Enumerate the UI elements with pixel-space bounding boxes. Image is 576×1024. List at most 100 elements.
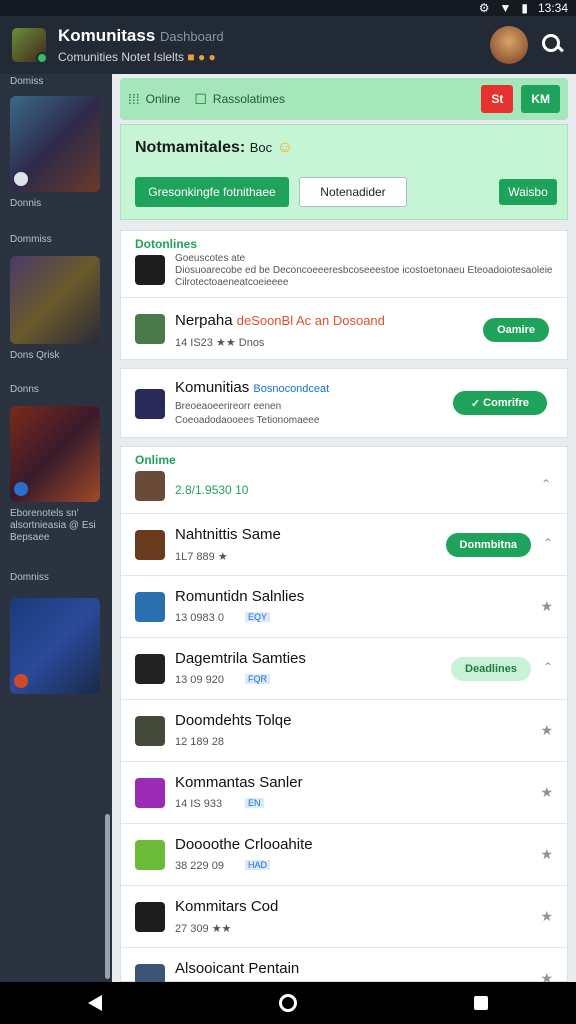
small-green-button[interactable]: Waisbo [499,179,557,205]
sidebar-header: Domiss [10,76,44,87]
first-value: 2.8/1.9530 10 [175,483,249,497]
banner: Notmamitales: Boc ☺ Gresonkingfe fotnith… [120,124,568,220]
game-icon [135,840,165,870]
list-item[interactable]: Nahtnittis Same 1L7 889 ★ Donmbitna ⌃ [121,513,569,575]
list-item[interactable]: Doooothe Crlooahite 38 229 09 HAD ★ [121,823,569,885]
sidebar: Domiss Donnis Dommiss Dons Qrisk Donns E… [0,74,112,982]
list-item[interactable]: Kommitars Cod 27 309 ★★ ★ [121,885,569,947]
row-title: Romuntidn Salnlies [175,588,305,605]
main-content: ⁞⁞⁞ Online ☐ Rassolatimes St KM Notmamit… [112,74,576,982]
intro-line-1: Goeuscotes ate [175,253,246,264]
row-action-button[interactable]: Donmbitna [445,533,531,557]
topbar-text: Rassolatimes [212,92,285,106]
star-icon[interactable]: ★ [540,598,553,615]
row-meta-2: Coeoadodaooees Tetionomaeee [175,415,320,426]
comrifre-button[interactable]: ✓ Comrifre [452,391,547,415]
featured-card-2[interactable]: Komunitias Bosnocondceat Breoeaoeerireor… [120,368,568,438]
star-icon[interactable]: ★ [540,970,553,982]
sidebar-badge-icon [14,674,28,688]
game-icon [135,778,165,808]
sidebar-header: Donns [10,384,39,395]
sidebar-item-3[interactable]: Eborenotels sn' alsortnieasia @ Esi Beps… [10,406,100,544]
sidebar-art-4 [10,598,100,694]
row-accent: deSoonBl Ac an Dosoand [236,313,385,328]
oamire-button[interactable]: Oamire [483,318,549,342]
online-list: Onlime 2.8/1.9530 10 ⌃ Nahtnittis Same 1L… [120,446,569,982]
chevron-up-icon[interactable]: ⌃ [543,536,553,550]
status-time: 13:34 [537,1,568,15]
featured-row-1[interactable]: Nerpaha deSoonBl Ac an Dosoand 14 IS23 ★… [121,297,569,361]
intro-line-2: Diosuoarecobe ed be Deconcoeeeresbcoseee… [175,265,553,276]
row-tag: FQR [245,674,270,684]
primary-button[interactable]: Gresonkingfe fotnithaee [135,177,289,207]
sidebar-item-2[interactable]: Dons Qrisk [10,256,100,362]
nav-bar [0,982,576,1024]
row-meta: 27 309 ★★ [175,923,232,935]
red-action-button[interactable]: St [481,85,514,113]
intro-line-3: Cilrotectoaeneatcoeieeee [175,277,289,288]
row-meta: 13 0983 0 [175,612,224,624]
row-title: Nerpaha deSoonBl Ac an Dosoand [175,312,385,329]
status-bar: ⚙ ▼ ▮ 13:34 [0,0,576,16]
row-tag: EN [245,798,264,808]
row-meta: 1L7 889 ★ [175,551,228,563]
sidebar-label-1: Donnis [10,198,42,209]
button-label: Comrifre [483,397,529,409]
sidebar-art-3 [10,406,100,502]
sidebar-item-1[interactable]: Donnis [10,96,100,210]
app-title-suffix: Dashboard [160,29,224,44]
game-icon [135,314,165,344]
sidebar-item-4[interactable] [10,598,100,694]
list-item[interactable]: Romuntidn Salnlies 13 0983 0 EQY ★ [121,575,569,637]
sidebar-scrollbar[interactable] [105,814,110,979]
list-item[interactable]: Kommantas Sanler 14 IS 933 EN ★ [121,761,569,823]
chevron-up-icon[interactable]: ⌃ [543,660,553,674]
row-title: Nahtnittis Same [175,526,281,543]
game-icon [135,471,165,501]
row-action-button[interactable]: Deadlines [451,657,531,681]
green-action-button[interactable]: KM [521,85,560,113]
topbar-label: Online [145,92,181,106]
chat-icon: ☐ [194,90,207,107]
game-icon [135,530,165,560]
game-icon [135,716,165,746]
row-title: Dagemtrila Samties [175,650,306,667]
battery-icon: ▮ [521,1,528,15]
grid-icon[interactable]: ⁞⁞⁞ [128,91,140,107]
list-item[interactable]: Doomdehts Tolqe 12 189 28 ★ [121,699,569,761]
recents-icon[interactable] [473,996,488,1010]
avatar[interactable] [490,26,528,64]
row-accent: Bosnocondceat [253,383,330,395]
row-title: Alsooicant Pentain [175,960,300,977]
row-meta: 14 IS23 ★★ Dnos [175,337,265,349]
sidebar-header: Domniss [10,572,49,583]
list-item[interactable]: Alsooicant Pentain ★ [121,947,569,982]
row-title: Doomdehts Tolqe [175,712,292,729]
row-tag: HAD [245,860,271,870]
back-icon[interactable] [88,995,103,1011]
star-icon[interactable]: ★ [540,722,553,739]
section-label: Onlime [135,453,176,467]
row-title: Doooothe Crlooahite [175,836,313,853]
app-logo-icon[interactable] [12,28,48,64]
search-icon[interactable] [542,34,564,56]
home-icon[interactable] [278,994,297,1012]
row-meta-1: Breoeaoeerireorr eenen [175,401,282,412]
top-filter-bar: ⁞⁞⁞ Online ☐ Rassolatimes St KM [120,78,568,120]
row-tag: EQY [245,612,271,622]
check-icon: ✓ [470,397,484,410]
sidebar-badge-icon [14,482,28,496]
row-title: Kommantas Sanler [175,774,303,791]
value-badge: 10 [235,483,249,497]
secondary-button[interactable]: Notenadider [299,177,407,207]
star-icon[interactable]: ★ [540,784,553,801]
list-item[interactable]: Dagemtrila Samties 13 09 920 FQR Deadlines ⌃ [121,637,569,699]
row-meta: 14 IS 933 [175,798,223,810]
row-title: Kommitars Cod [175,898,279,915]
row-meta: 38 229 09 [175,860,224,872]
app-title: Komunitass Dashboard [58,26,224,45]
chevron-up-icon[interactable]: ⌃ [541,477,551,491]
star-icon[interactable]: ★ [540,908,553,925]
sub-icons: ■ ● ● [187,50,216,64]
star-icon[interactable]: ★ [540,846,553,863]
